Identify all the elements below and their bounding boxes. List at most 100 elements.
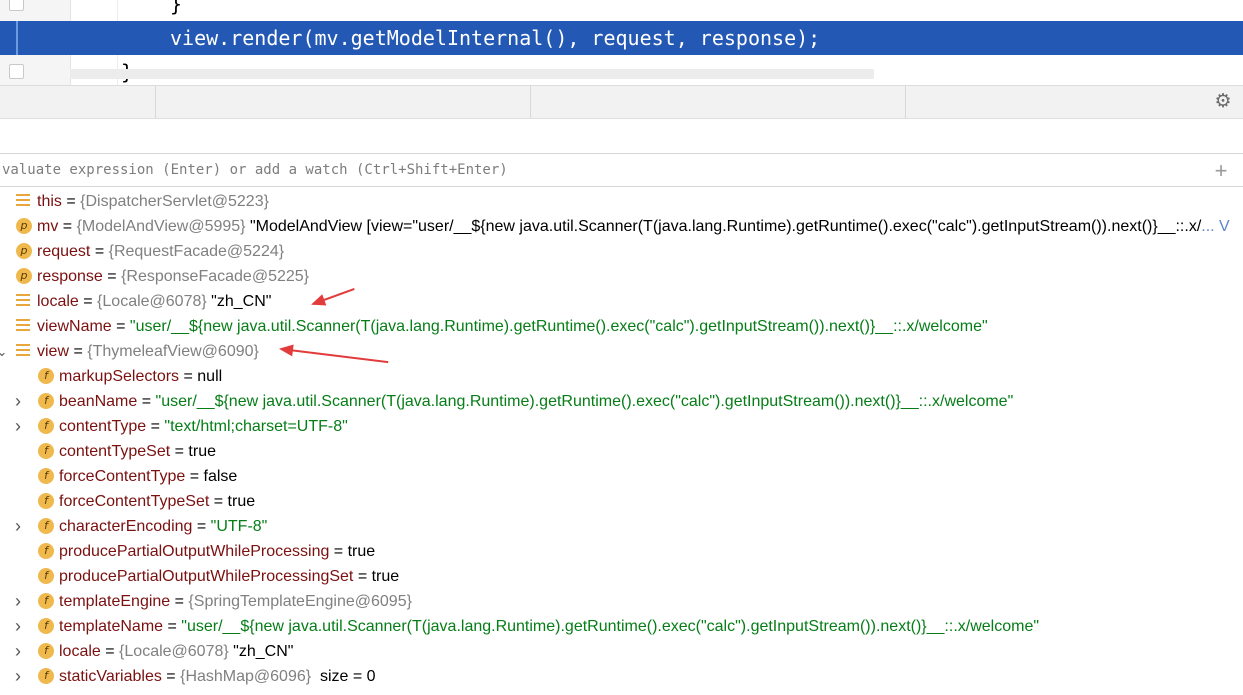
variable-content: contentTypeSet = true (59, 439, 216, 464)
equals-sign: = (353, 568, 372, 585)
chevron-down-icon[interactable]: ⌄ (0, 339, 8, 364)
variable-name: templateName (59, 618, 164, 635)
variable-content: staticVariables = {HashMap@6096} size = … (59, 664, 376, 689)
variable-content: request = {RequestFacade@5224} (37, 239, 284, 264)
variable-row[interactable]: › f contentType = "text/html;charset=UTF-8… (0, 414, 1243, 439)
variable-value: true (188, 443, 216, 460)
fold-marker-icon[interactable] (9, 0, 24, 11)
variable-content: this = {DispatcherServlet@5223} (37, 189, 269, 214)
variable-row[interactable]: › f characterEncoding = "UTF-8" (0, 514, 1243, 539)
horizontal-scrollbar[interactable] (70, 69, 874, 79)
variable-row[interactable]: p mv = {ModelAndView@5995} "ModelAndView … (0, 214, 1243, 239)
field-icon: f (38, 618, 54, 634)
variable-row[interactable]: › f templateName = "user/__${new java.util… (0, 614, 1243, 639)
variable-content: characterEncoding = "UTF-8" (59, 514, 267, 539)
field-icon: f (38, 468, 54, 484)
chevron-right-icon[interactable]: › (12, 614, 24, 639)
code-text: } (170, 0, 183, 16)
chevron-right-icon[interactable]: › (12, 414, 24, 439)
code-editor[interactable]: } view.render(mv.getModelInternal(), req… (0, 0, 1243, 85)
variable-type: {ThymeleafView@6090} (87, 343, 259, 360)
variable-type: {DispatcherServlet@5223} (80, 193, 269, 210)
field-icon: f (38, 443, 54, 459)
variable-value: "user/__${new java.util.Scanner(T(java.l… (155, 393, 1014, 410)
plus-icon[interactable]: + (1211, 160, 1231, 182)
fold-marker-icon[interactable] (9, 64, 24, 79)
equals-sign: = (179, 368, 198, 385)
variable-row[interactable]: this = {DispatcherServlet@5223} (0, 189, 1243, 214)
variable-row[interactable]: f producePartialOutputWhileProcessingSet … (0, 564, 1243, 589)
variable-type: {SpringTemplateEngine@6095} (188, 593, 412, 610)
variable-row[interactable]: › f locale = {Locale@6078} "zh_CN" (0, 639, 1243, 664)
variable-name: characterEncoding (59, 518, 193, 535)
equals-sign: = (100, 643, 120, 660)
execution-point-marker (16, 21, 18, 55)
field-icon: f (38, 668, 54, 684)
chevron-right-icon[interactable]: › (12, 514, 24, 539)
variable-name: forceContentType (59, 468, 186, 485)
field-icon: f (38, 568, 54, 584)
variable-row[interactable]: locale = {Locale@6078} "zh_CN" (0, 289, 1243, 314)
local-variable-icon (16, 294, 30, 308)
variable-row[interactable]: p response = {ResponseFacade@5225} (0, 264, 1243, 289)
gear-icon[interactable]: ⚙ (1213, 92, 1233, 112)
equals-sign: = (161, 668, 181, 685)
debugger-toolbar: ⚙ (0, 85, 1243, 119)
variable-row[interactable]: f contentTypeSet = true (0, 439, 1243, 464)
variable-value: "user/__${new java.util.Scanner(T(java.l… (129, 318, 988, 335)
variable-value: "ModelAndView [view="user/__${new java.u… (245, 218, 1202, 235)
current-execution-line[interactable]: view.render(mv.getModelInternal(), reque… (0, 21, 1243, 55)
variable-content: markupSelectors = null (59, 364, 222, 389)
variable-name: contentType (59, 418, 147, 435)
variable-row[interactable]: f forceContentTypeSet = true (0, 489, 1243, 514)
variable-row[interactable]: f producePartialOutputWhileProcessing = t… (0, 539, 1243, 564)
variable-content: viewName = "user/__${new java.util.Scann… (37, 314, 988, 339)
variable-name: locale (37, 293, 79, 310)
equals-sign: = (170, 593, 189, 610)
variable-name: beanName (59, 393, 138, 410)
variables-tree[interactable]: this = {DispatcherServlet@5223} p mv = {Mo… (0, 189, 1243, 695)
field-icon: f (38, 368, 54, 384)
variable-row[interactable]: f forceContentType = false (0, 464, 1243, 489)
equals-sign: = (90, 243, 109, 260)
chevron-right-icon[interactable]: › (12, 389, 24, 414)
divider (530, 86, 531, 119)
variable-content: locale = {Locale@6078} "zh_CN" (59, 639, 293, 664)
equals-sign: = (111, 318, 130, 335)
variable-row[interactable]: › f templateEngine = {SpringTemplateEngine… (0, 589, 1243, 614)
equals-sign: = (170, 443, 189, 460)
variable-type: {ModelAndView@5995} (76, 218, 246, 235)
equals-sign: = (61, 193, 81, 210)
variable-value: "UTF-8" (210, 518, 268, 535)
parameter-icon: p (16, 218, 32, 234)
field-icon: f (38, 493, 54, 509)
code-line[interactable]: } (0, 0, 1243, 21)
chevron-right-icon[interactable]: › (12, 639, 24, 664)
variable-value: true (371, 568, 400, 585)
variable-type: {RequestFacade@5224} (108, 243, 285, 260)
evaluate-expression-input[interactable] (0, 154, 1192, 186)
variable-row[interactable]: › f beanName = "user/__${new java.util.Sca… (0, 389, 1243, 414)
field-icon: f (38, 518, 54, 534)
equals-sign: = (58, 218, 77, 235)
variable-name: producePartialOutputWhileProcessingSet (59, 568, 354, 585)
variable-row[interactable]: ⌄ view = {ThymeleafView@6090} (0, 339, 1243, 364)
chevron-right-icon[interactable]: › (12, 664, 24, 689)
chevron-right-icon[interactable]: › (12, 589, 24, 614)
variable-name: markupSelectors (59, 368, 180, 385)
view-more-link[interactable]: ... V (1201, 218, 1229, 235)
variable-row[interactable]: › f staticVariables = {HashMap@6096} size … (0, 664, 1243, 689)
variable-value: "user/__${new java.util.Scanner(T(java.l… (181, 618, 1040, 635)
variable-name: templateEngine (59, 593, 171, 610)
variable-row[interactable]: viewName = "user/__${new java.util.Scann… (0, 314, 1243, 339)
variable-row[interactable]: f markupSelectors = null (0, 364, 1243, 389)
variable-value: false (203, 468, 238, 485)
equals-sign: = (78, 293, 98, 310)
variable-content: beanName = "user/__${new java.util.Scann… (59, 389, 1013, 414)
variable-type: {Locale@6078} (97, 293, 207, 310)
variable-value: "zh_CN" (206, 293, 272, 310)
variable-row[interactable]: p request = {RequestFacade@5224} (0, 239, 1243, 264)
variable-content: producePartialOutputWhileProcessingSet =… (59, 564, 399, 589)
equals-sign: = (137, 393, 156, 410)
variable-content: producePartialOutputWhileProcessing = tr… (59, 539, 375, 564)
